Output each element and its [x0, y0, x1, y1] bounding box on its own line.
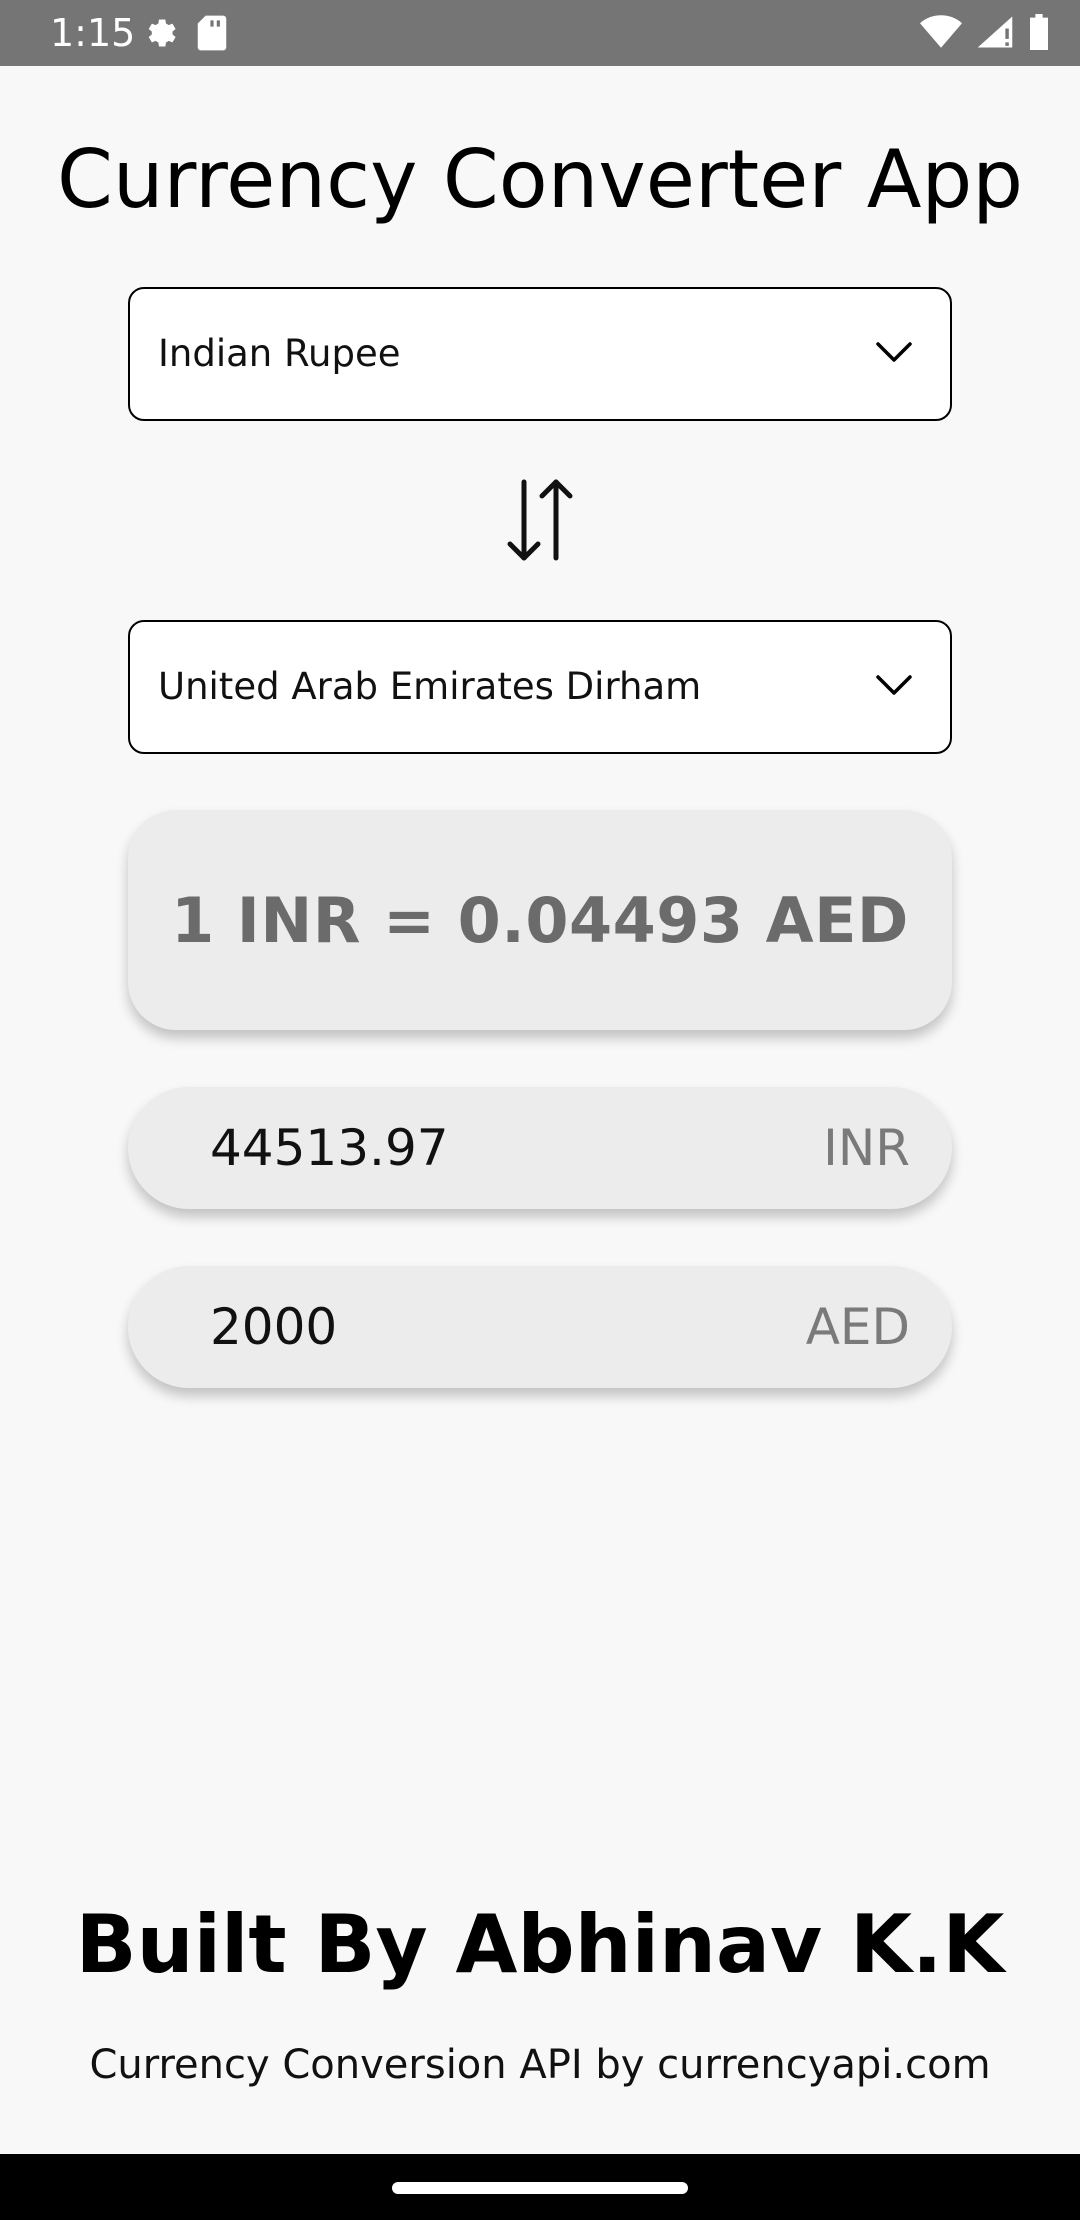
to-currency-dropdown[interactable]: United Arab Emirates Dirham	[128, 620, 952, 754]
from-currency-dropdown[interactable]: Indian Rupee	[128, 287, 952, 421]
credit-title: Built By Abhinav K.K	[75, 1898, 1005, 1991]
status-right-icons	[920, 14, 1050, 50]
swap-currencies-button[interactable]	[500, 470, 580, 570]
signal-icon	[976, 14, 1014, 50]
status-time: 1:15	[50, 11, 136, 55]
app-title: Currency Converter App	[56, 133, 1023, 226]
from-amount-input[interactable]	[210, 1087, 710, 1209]
api-credit-note: Currency Conversion API by currencyapi.c…	[89, 2042, 991, 2088]
sd-card-icon	[196, 14, 228, 52]
to-amount-field[interactable]: AED	[128, 1266, 952, 1388]
from-currency-code: INR	[823, 1119, 910, 1177]
to-currency-label: United Arab Emirates Dirham	[158, 665, 702, 708]
to-currency-code: AED	[805, 1298, 910, 1356]
chevron-down-icon	[874, 332, 914, 372]
exchange-rate-text: 1 INR = 0.04493 AED	[171, 883, 909, 957]
settings-icon	[140, 14, 178, 52]
exchange-rate-card: 1 INR = 0.04493 AED	[128, 810, 952, 1030]
status-bar: 1:15	[0, 0, 1080, 66]
swap-vertical-icon	[500, 470, 580, 570]
navigation-bar	[0, 2154, 1080, 2220]
status-left-icons	[140, 14, 228, 52]
from-currency-label: Indian Rupee	[158, 332, 401, 375]
to-amount-input[interactable]	[210, 1266, 710, 1388]
wifi-icon	[920, 14, 962, 50]
from-amount-field[interactable]: INR	[128, 1087, 952, 1209]
home-gesture-handle[interactable]	[392, 2182, 688, 2194]
battery-icon	[1028, 14, 1050, 50]
chevron-down-icon	[874, 665, 914, 705]
